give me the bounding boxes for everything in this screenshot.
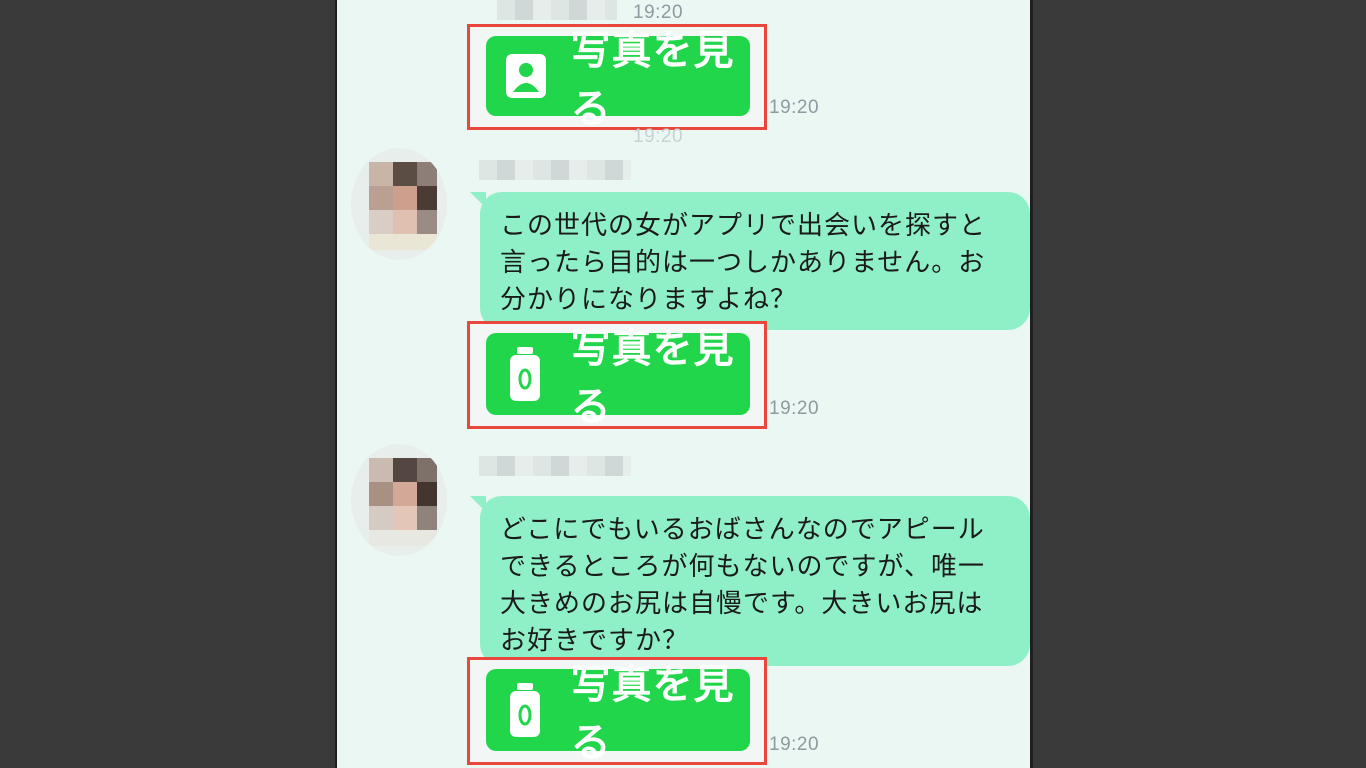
- message-bubble[interactable]: どこにでもいるおばさんなのでアピール できるところが何もないのですが、唯一 大き…: [470, 496, 1030, 666]
- bottle-icon: [504, 682, 543, 738]
- message-text-line: できるところが何もないのですが、唯一: [500, 552, 985, 582]
- message-bubble[interactable]: この世代の女がアプリで出会いを探すと 言ったら目的は一つしかありません。お 分か…: [470, 192, 1030, 330]
- avatar[interactable]: [351, 148, 447, 260]
- view-photo-label: 写真を見る: [570, 326, 735, 430]
- person-card-icon: [504, 48, 546, 104]
- view-photo-button[interactable]: 写真を見る: [486, 662, 750, 766]
- chat-screen[interactable]: 19:20 写真を見る 19:20 19:20 この世代の女がアプリで出会いを探…: [337, 0, 1031, 768]
- view-photo-label: 写真を見る: [570, 28, 735, 132]
- photo-message-highlight: 写真を見る: [467, 321, 767, 430]
- timestamp: 19:20: [769, 734, 820, 755]
- timestamp-faded: 19:20: [633, 126, 684, 147]
- message-text-line: 大きめのお尻は自慢です。大きいお尻は: [500, 589, 984, 619]
- photo-message-highlight: 写真を見る: [467, 24, 767, 132]
- photo-message-highlight: 写真を見る: [467, 657, 767, 766]
- sender-name-blurred: [497, 0, 617, 20]
- timestamp: 19:20: [769, 398, 820, 419]
- sender-name-blurred: [479, 160, 631, 180]
- avatar[interactable]: [351, 444, 447, 556]
- bottle-icon: [504, 346, 543, 402]
- view-photo-button[interactable]: 写真を見る: [486, 326, 750, 430]
- screen-bezel-right: [1030, 0, 1033, 768]
- message-text-line: 言ったら目的は一つしかありません。お: [500, 248, 986, 278]
- sender-name-blurred: [479, 456, 631, 476]
- message-text-line: この世代の女がアプリで出会いを探すと: [500, 211, 987, 241]
- message-text-line: どこにでもいるおばさんなのでアピール: [500, 515, 985, 545]
- timestamp: 19:20: [769, 97, 820, 118]
- view-photo-label: 写真を見る: [570, 662, 735, 766]
- view-photo-button[interactable]: 写真を見る: [486, 28, 750, 132]
- message-text-line: 分かりになりますよね？: [500, 285, 798, 315]
